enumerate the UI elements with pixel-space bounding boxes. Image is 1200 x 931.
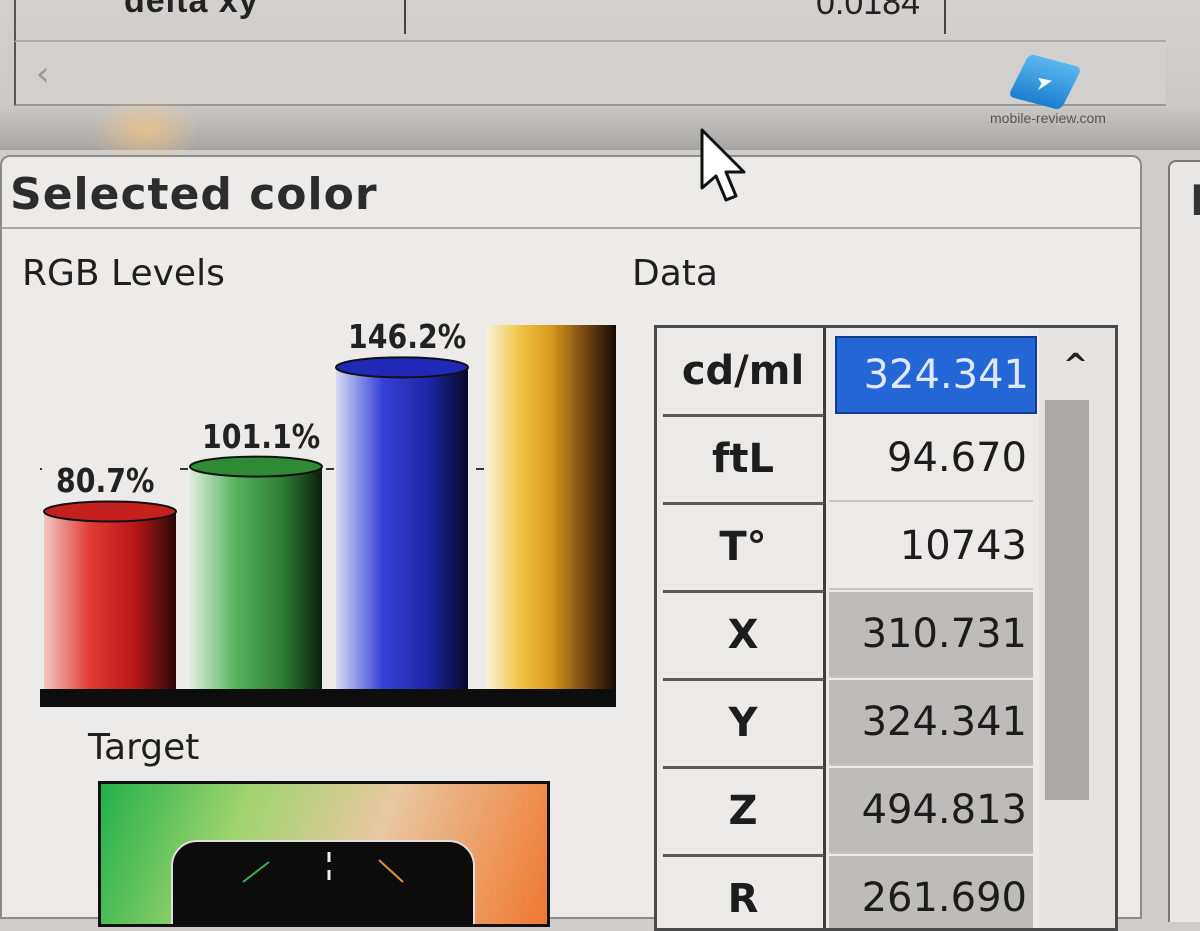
results-grid-area: delta xy 0.0184 ‹ ➤ mobile-review.com <box>0 0 1200 166</box>
red-bar <box>44 511 176 689</box>
chart-baseline <box>40 689 616 707</box>
watermark-text: mobile-review.com <box>990 110 1106 126</box>
scroll-left-icon[interactable]: ‹ <box>36 54 50 94</box>
data-row[interactable]: Y 324.341 <box>663 680 1033 769</box>
data-row[interactable]: ftL 94.670 <box>663 416 1033 505</box>
data-row[interactable]: R 261.690 <box>663 856 1033 928</box>
data-row-value[interactable]: 324.341 <box>835 336 1037 414</box>
green-bar <box>190 466 322 689</box>
red-bar-label: 80.7% <box>56 461 155 501</box>
vertical-scrollbar[interactable]: ^ <box>1039 328 1115 928</box>
data-row-value[interactable]: 310.731 <box>829 592 1033 678</box>
data-row-label: T° <box>663 504 826 593</box>
data-row-value[interactable]: 10743 <box>829 504 1033 590</box>
blue-bar-cap <box>335 356 469 379</box>
column-divider <box>944 0 946 34</box>
measurement-data-table: cd/ml 324.341 ftL 94.670 T° 10743 X 310.731 Y 324… <box>654 325 1118 931</box>
target-chromaticity-plot <box>98 781 550 927</box>
adjacent-panel: I <box>1168 160 1200 922</box>
target-crosshair <box>242 852 404 883</box>
scrollbar-thumb[interactable] <box>1045 400 1089 800</box>
selected-color-panel: Selected color RGB Levels Data 80.7% 101… <box>0 155 1142 931</box>
delta-xy-value: 0.0184 <box>816 0 920 22</box>
rgb-levels-label: RGB Levels <box>22 253 225 294</box>
data-row-label: R <box>663 856 826 928</box>
adjacent-panel-title: I <box>1190 176 1200 225</box>
data-row-value[interactable]: 261.690 <box>829 856 1033 928</box>
data-row-value[interactable]: 494.813 <box>829 768 1033 854</box>
green-bar-label: 101.1% <box>202 416 321 456</box>
data-row-label: Z <box>663 768 826 857</box>
rgb-levels-svg <box>40 325 616 707</box>
target-gamut-frame <box>171 840 475 924</box>
data-row-label: cd/ml <box>663 328 826 417</box>
data-row[interactable]: T° 10743 <box>663 504 1033 593</box>
red-bar-cap <box>43 500 177 523</box>
data-row[interactable]: X 310.731 <box>663 592 1033 681</box>
scroll-up-icon[interactable]: ^ <box>1063 348 1088 383</box>
title-divider <box>2 227 1140 229</box>
green-bar-cap <box>189 455 323 478</box>
data-row-label: ftL <box>663 416 826 505</box>
target-label: Target <box>88 727 200 768</box>
blue-bar-label: 146.2% <box>348 317 467 357</box>
panel-title: Selected color <box>10 169 378 220</box>
white-balance-bar <box>486 325 616 689</box>
data-row[interactable]: cd/ml 324.341 <box>663 328 1037 417</box>
data-row-value[interactable]: 94.670 <box>829 416 1033 502</box>
results-table: delta xy 0.0184 <box>14 0 1166 42</box>
mouse-pointer-icon <box>700 128 746 202</box>
data-row-value[interactable]: 324.341 <box>829 680 1033 766</box>
rgb-levels-chart: 80.7% 101.1% 146.2% <box>40 317 616 709</box>
logo-arrow-icon: ➤ <box>1035 68 1054 96</box>
data-row[interactable]: Z 494.813 <box>663 768 1033 857</box>
column-divider <box>404 0 406 34</box>
blue-bar <box>336 367 468 689</box>
data-label: Data <box>632 253 718 294</box>
data-row-label: X <box>663 592 826 681</box>
data-row-label: Y <box>663 680 826 769</box>
delta-xy-label: delta xy <box>124 0 259 20</box>
